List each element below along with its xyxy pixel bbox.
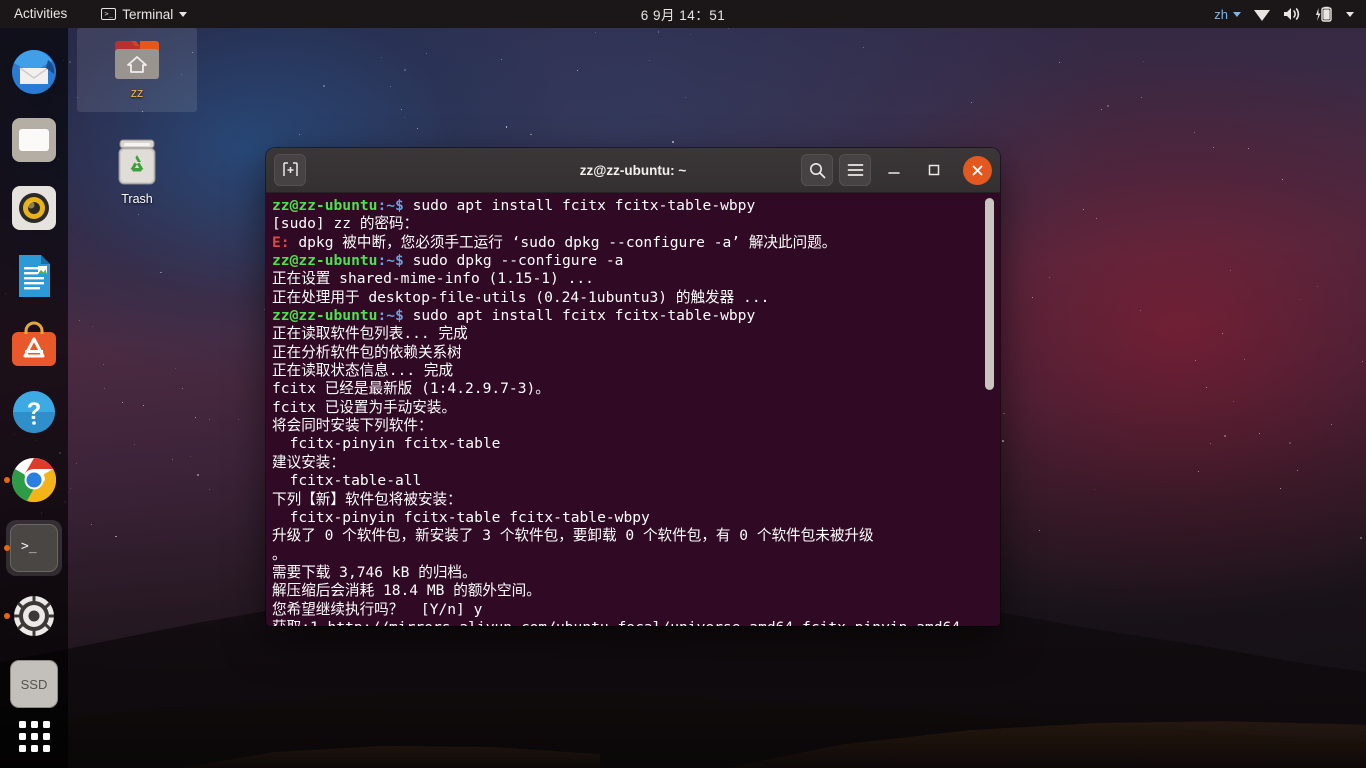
grid-icon — [18, 721, 50, 752]
terminal-line: zz@zz-ubuntu:~$ sudo apt install fcitx f… — [272, 307, 756, 325]
close-icon — [972, 165, 983, 175]
terminal-line: fcitx-pinyin fcitx-table fcitx-table-wbp… — [272, 508, 650, 526]
thunderbird-icon — [10, 48, 58, 96]
terminal-line: 需要下载 3,746 kB 的归档。 — [272, 563, 477, 581]
search-button[interactable] — [801, 154, 833, 186]
help-icon: ? — [10, 388, 58, 436]
ubuntu-software-icon — [10, 320, 58, 368]
terminal-line: 正在读取软件包列表... 完成 — [272, 325, 468, 343]
terminal-line: fcitx-table-all — [272, 472, 422, 490]
launcher-dock: ? >_ SSD — [0, 28, 68, 768]
ssd-label: SSD — [20, 676, 48, 692]
clock[interactable]: 6 9月 14：51 — [0, 4, 1366, 24]
home-folder-icon — [115, 41, 159, 79]
gear-icon — [10, 592, 58, 640]
terminal-window[interactable]: zz@zz-ubuntu: ~ zz@zz-ubuntu:~$ sudo apt… — [266, 148, 1000, 626]
terminal-line: E: dpkg 被中断，您必须手工运行 ‘sudo dpkg --configu… — [272, 233, 837, 251]
dock-item-ssd[interactable]: SSD — [0, 650, 68, 718]
desktop-icon-home-folder[interactable]: zz — [77, 28, 197, 112]
dock-item-help[interactable]: ? — [0, 378, 68, 446]
terminal-scrollbar[interactable] — [985, 198, 994, 626]
terminal-line: 将会同时安装下列软件： — [272, 417, 433, 435]
svg-text:?: ? — [27, 398, 42, 425]
show-applications-button[interactable] — [0, 721, 68, 752]
minimize-button[interactable] — [877, 153, 911, 187]
scrollbar-thumb[interactable] — [985, 198, 994, 390]
terminal-line: 您希望继续执行吗？ [Y/n] y — [272, 600, 483, 618]
chrome-icon — [10, 456, 58, 504]
terminal-line: 正在设置 shared-mime-info (1.15-1) ... — [272, 270, 594, 288]
terminal-icon: >_ — [10, 524, 58, 572]
trash-icon — [118, 139, 156, 185]
terminal-line: 正在分析软件包的依赖关系树 — [272, 343, 462, 361]
terminal-line: fcitx-pinyin fcitx-table — [272, 435, 501, 453]
terminal-line: 升级了 0 个软件包，新安装了 3 个软件包，要卸载 0 个软件包，有 0 个软… — [272, 527, 874, 545]
dock-item-settings[interactable] — [0, 582, 68, 650]
dock-item-terminal[interactable]: >_ — [0, 514, 68, 582]
svg-text:>_: >_ — [21, 539, 37, 554]
terminal-line: 正在处理用于 desktop-file-utils (0.24-1ubuntu3… — [272, 288, 770, 306]
desktop-icon-trash[interactable]: Trash — [87, 138, 187, 206]
terminal-line: 建议安装： — [272, 453, 345, 471]
terminal-output-area[interactable]: zz@zz-ubuntu:~$ sudo apt install fcitx f… — [266, 193, 1000, 626]
dock-item-rhythmbox[interactable] — [0, 174, 68, 242]
terminal-line: 正在读取状态信息... 完成 — [272, 362, 454, 380]
terminal-line: 解压缩后会消耗 18.4 MB 的额外空间。 — [272, 582, 541, 600]
search-icon — [809, 162, 825, 178]
dock-item-ubuntu-software[interactable] — [0, 310, 68, 378]
terminal-line: 获取:1 http://mirrors.aliyun.com/ubuntu fo… — [272, 619, 1000, 626]
maximize-icon — [928, 164, 940, 176]
new-tab-button[interactable] — [274, 154, 306, 186]
terminal-line: fcitx 已经是最新版 (1:4.2.9.7-3)。 — [272, 380, 550, 398]
titlebar-controls — [801, 153, 992, 187]
ssd-drive-icon: SSD — [10, 660, 58, 708]
close-button[interactable] — [963, 155, 992, 185]
dock-item-thunderbird[interactable] — [0, 38, 68, 106]
minimize-icon — [888, 172, 900, 174]
terminal-line: [sudo] zz 的密码： — [272, 215, 419, 233]
rhythmbox-icon — [10, 184, 58, 232]
terminal-line: fcitx 已设置为手动安装。 — [272, 398, 457, 416]
dock-item-chrome[interactable] — [0, 446, 68, 514]
dock-item-files[interactable] — [0, 106, 68, 174]
hamburger-icon — [847, 164, 863, 176]
dock-item-libreoffice-writer[interactable] — [0, 242, 68, 310]
libreoffice-writer-icon — [10, 252, 58, 300]
files-icon — [10, 116, 58, 164]
desktop-icon-label: Trash — [121, 192, 153, 206]
desktop-icon-label: zz — [130, 86, 144, 100]
terminal-text: zz@zz-ubuntu:~$ sudo apt install fcitx f… — [270, 197, 1000, 626]
top-panel: Activities >_ Terminal 6 9月 14：51 zh — [0, 0, 1366, 28]
maximize-button[interactable] — [917, 153, 951, 187]
terminal-line: zz@zz-ubuntu:~$ sudo dpkg --configure -a — [272, 252, 624, 270]
terminal-titlebar[interactable]: zz@zz-ubuntu: ~ — [266, 148, 1000, 193]
new-tab-icon — [282, 162, 298, 176]
terminal-line: 下列【新】软件包将被安装： — [272, 490, 462, 508]
hamburger-menu-button[interactable] — [839, 154, 871, 186]
terminal-line: zz@zz-ubuntu:~$ sudo apt install fcitx f… — [272, 197, 756, 214]
terminal-line: 。 — [272, 545, 287, 563]
